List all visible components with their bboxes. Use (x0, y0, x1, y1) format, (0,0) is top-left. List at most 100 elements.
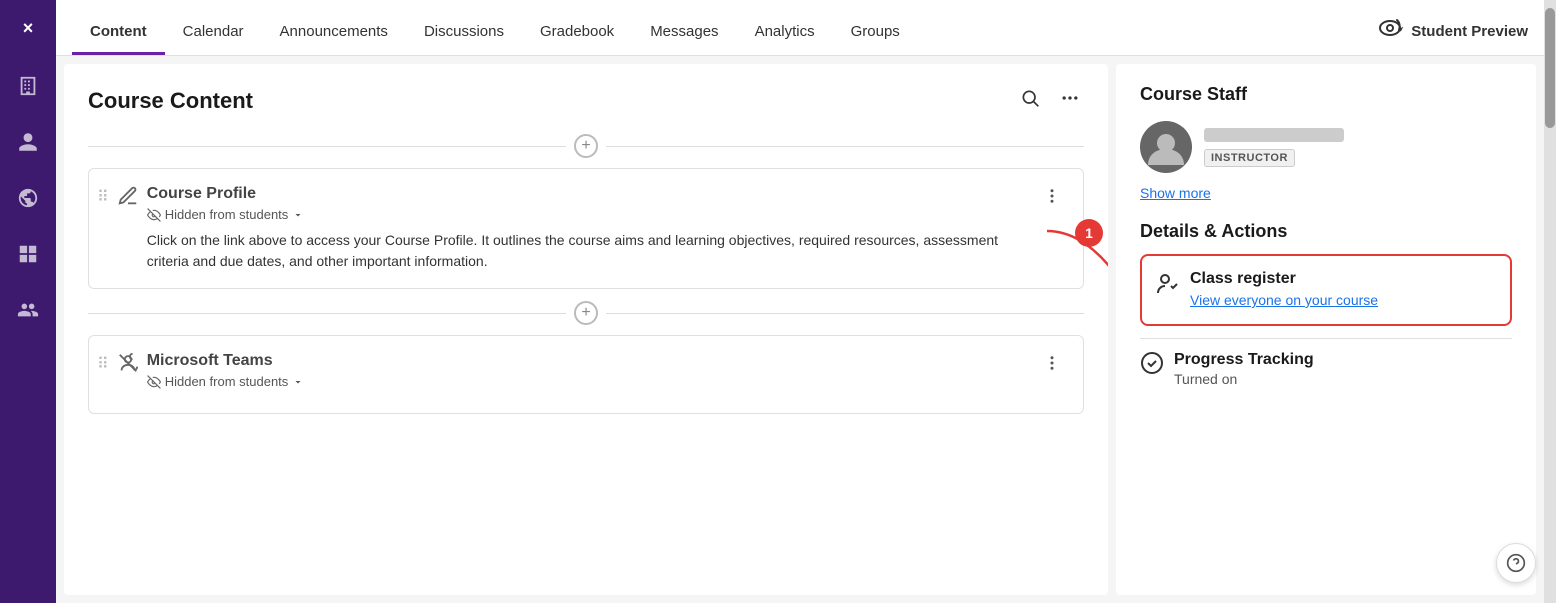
scrollbar-track[interactable] (1544, 0, 1556, 603)
student-preview-icon (1377, 17, 1403, 45)
section-divider-line-right (606, 146, 1084, 147)
tab-announcements[interactable]: Announcements (262, 23, 406, 55)
globe-icon (17, 187, 39, 209)
class-register-content: Class register View everyone on your cou… (1190, 270, 1496, 310)
sidebar-item-globe[interactable] (0, 172, 56, 224)
teams-drag-handle-icon[interactable]: ⠿ (97, 352, 109, 374)
add-section-button-top[interactable]: + (574, 134, 598, 158)
building-icon (17, 75, 39, 97)
left-panel: Course Content (64, 64, 1108, 595)
teams-icon (117, 352, 139, 374)
sidebar-item-users[interactable] (0, 284, 56, 336)
card-content: Course Profile Hidden from students Clic… (147, 185, 1029, 272)
teams-hidden-icon (147, 375, 161, 389)
section-divider-line (88, 146, 566, 147)
visibility-text: Hidden from students (165, 207, 289, 222)
eye-refresh-icon (1377, 17, 1403, 39)
person-icon (17, 131, 39, 153)
edit-pen-icon (117, 185, 139, 207)
teams-card-content: Microsoft Teams Hidden from students (147, 352, 1029, 397)
teams-card-header: ⠿ Microsoft Teams (97, 352, 1067, 397)
layout-icon (17, 243, 39, 265)
progress-content: Progress Tracking Turned on (1174, 351, 1314, 387)
progress-title: Progress Tracking (1174, 351, 1314, 369)
help-icon (1506, 553, 1526, 573)
ellipsis-vertical-icon (1043, 187, 1061, 205)
course-staff-title: Course Staff (1140, 84, 1512, 105)
card-visibility: Hidden from students (147, 207, 1029, 222)
class-register-icon (1156, 272, 1180, 302)
add-section-button-middle[interactable]: + (574, 301, 598, 325)
tab-calendar[interactable]: Calendar (165, 23, 262, 55)
main-area: Content Calendar Announcements Discussio… (56, 0, 1544, 603)
section-divider-line-2r (606, 313, 1084, 314)
teams-card-menu-button[interactable] (1037, 352, 1067, 379)
sidebar-close-button[interactable]: × (0, 0, 56, 56)
add-section-top: + (88, 134, 1084, 158)
card-description: Click on the link above to access your C… (147, 230, 1029, 272)
avatar (1140, 121, 1192, 173)
student-preview-button[interactable]: Student Preview (1377, 17, 1528, 55)
ellipsis-icon (1060, 88, 1080, 108)
help-button[interactable] (1496, 543, 1536, 583)
progress-tracking-icon (1140, 351, 1164, 381)
section-divider-line-2 (88, 313, 566, 314)
users-icon (17, 299, 39, 321)
staff-member: INSTRUCTOR (1140, 121, 1512, 173)
close-icon: × (23, 18, 34, 39)
microsoft-teams-card: ⠿ Microsoft Teams (88, 335, 1084, 414)
teams-card-icon (117, 352, 139, 380)
sidebar-item-layout[interactable] (0, 228, 56, 280)
right-panel: Course Staff INSTRUCTOR (1116, 64, 1536, 595)
checkmark-circle-icon (1140, 351, 1164, 375)
card-title: Course Profile (147, 185, 1029, 203)
tab-groups[interactable]: Groups (833, 23, 918, 55)
tab-analytics[interactable]: Analytics (737, 23, 833, 55)
tab-gradebook[interactable]: Gradebook (522, 23, 632, 55)
badge-number: 1 (1075, 219, 1103, 247)
panel-title: Course Content (88, 88, 253, 114)
student-preview-label: Student Preview (1411, 23, 1528, 40)
card-menu-button[interactable] (1037, 185, 1067, 212)
chevron-down-icon (292, 209, 304, 221)
teams-visibility-text: Hidden from students (165, 374, 289, 389)
teams-card-title: Microsoft Teams (147, 352, 1029, 370)
top-nav: Content Calendar Announcements Discussio… (56, 0, 1544, 56)
search-button[interactable] (1016, 84, 1044, 118)
progress-status: Turned on (1174, 371, 1314, 387)
add-section-middle: + (88, 301, 1084, 325)
staff-area: INSTRUCTOR Show more (1140, 121, 1512, 201)
course-profile-card: ⠿ Course Profile (88, 168, 1084, 289)
teams-ellipsis-icon (1043, 354, 1061, 372)
scrollbar-thumb[interactable] (1545, 8, 1555, 128)
show-more-link[interactable]: Show more (1140, 185, 1512, 201)
content-body: Course Content (56, 56, 1544, 603)
card-header: ⠿ Course Profile (97, 185, 1067, 272)
sidebar-item-building[interactable] (0, 60, 56, 112)
teams-visibility: Hidden from students (147, 374, 1029, 389)
tab-content[interactable]: Content (72, 23, 165, 55)
more-options-button[interactable] (1056, 84, 1084, 118)
progress-tracking-item: Progress Tracking Turned on (1140, 338, 1512, 399)
sidebar: × (0, 0, 56, 603)
class-register-title: Class register (1190, 270, 1496, 288)
tab-discussions[interactable]: Discussions (406, 23, 522, 55)
instructor-badge: INSTRUCTOR (1204, 149, 1295, 167)
drag-handle-icon[interactable]: ⠿ (97, 185, 109, 207)
details-section: Details & Actions Class register (1140, 221, 1512, 399)
search-icon (1020, 88, 1040, 108)
person-check-icon (1156, 272, 1180, 296)
class-register-card: Class register View everyone on your cou… (1140, 254, 1512, 326)
tab-messages[interactable]: Messages (632, 23, 736, 55)
hidden-icon (147, 208, 161, 222)
avatar-icon (1146, 127, 1186, 167)
teams-chevron-down-icon (292, 376, 304, 388)
class-register-link[interactable]: View everyone on your course (1190, 292, 1378, 308)
staff-name-placeholder (1204, 128, 1344, 142)
card-type-icon (117, 185, 139, 213)
panel-header-actions (1016, 84, 1084, 118)
staff-info: INSTRUCTOR (1204, 128, 1512, 166)
panel-header: Course Content (88, 84, 1084, 118)
sidebar-item-person[interactable] (0, 116, 56, 168)
details-actions-title: Details & Actions (1140, 221, 1512, 242)
